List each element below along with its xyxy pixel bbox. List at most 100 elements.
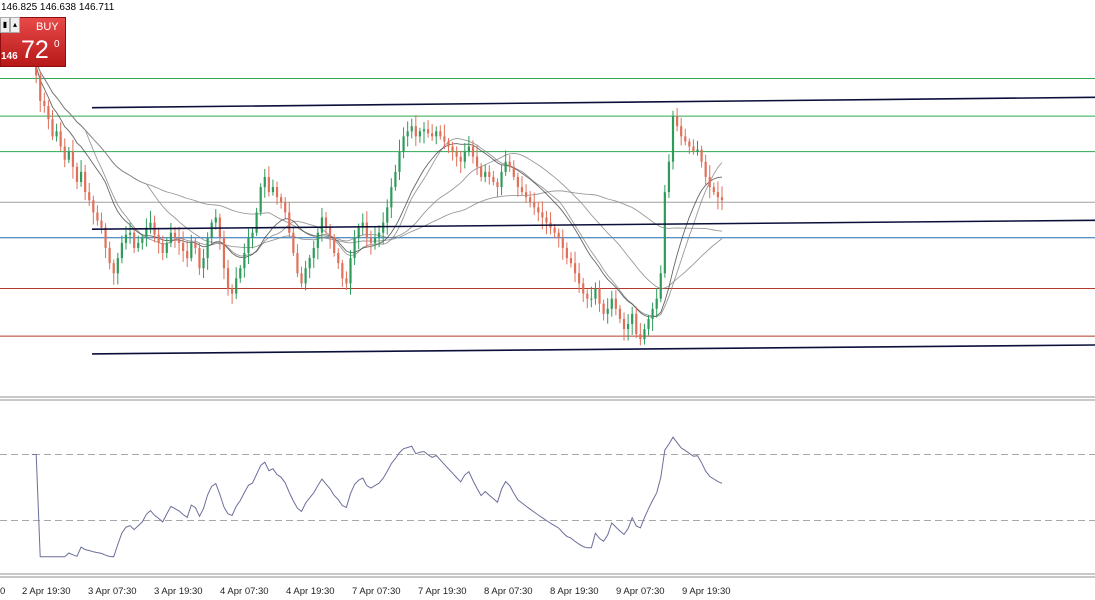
candle-body-49 xyxy=(226,268,230,289)
candle-body-135 xyxy=(578,273,581,284)
time-label-8: 8 Apr 07:30 xyxy=(484,586,533,597)
candle-body-6 xyxy=(51,119,54,137)
candle-body-33 xyxy=(161,242,164,253)
time-label-10: 9 Apr 07:30 xyxy=(616,586,665,597)
candle-body-120 xyxy=(516,176,519,188)
candle-body-77 xyxy=(341,263,344,279)
candle-body-35 xyxy=(169,232,172,243)
candle-body-38 xyxy=(182,242,185,251)
candle-body-114 xyxy=(492,176,495,182)
candle-body-76 xyxy=(337,253,340,264)
candle-body-41 xyxy=(194,242,197,248)
candle-body-108 xyxy=(467,146,470,152)
candle-body-112 xyxy=(484,171,487,177)
candle-body-121 xyxy=(520,187,524,193)
buy-price-small: 146 xyxy=(1,51,18,62)
candle-body-117 xyxy=(504,161,507,172)
time-label-2: 3 Apr 07:30 xyxy=(88,586,137,597)
candle-body-110 xyxy=(475,156,479,167)
moving-average-1 xyxy=(27,49,723,290)
candle-body-138 xyxy=(590,298,593,300)
ohlc-readout: 146.825 146.638 146.711 xyxy=(1,2,115,13)
candle-body-92 xyxy=(402,136,405,152)
candle-body-44 xyxy=(206,237,209,259)
candle-body-100 xyxy=(435,131,438,137)
buy-price-big: 72 xyxy=(21,36,49,64)
candle-body-158 xyxy=(671,116,675,162)
candle-body-137 xyxy=(586,293,589,299)
candle-body-22 xyxy=(116,258,119,274)
candle-body-3 xyxy=(39,75,42,101)
candle-body-148 xyxy=(631,313,634,324)
candle-body-63 xyxy=(284,202,287,213)
candle-body-55 xyxy=(251,232,254,238)
candle-body-64 xyxy=(288,212,291,233)
candle-body-56 xyxy=(255,212,258,233)
candle-body-94 xyxy=(410,126,413,132)
candle-body-150 xyxy=(639,334,642,340)
buy-label: BUY xyxy=(36,21,59,33)
candle-body-50 xyxy=(231,288,234,294)
candle-body-141 xyxy=(602,303,605,314)
candle-body-102 xyxy=(443,136,446,142)
candle-body-67 xyxy=(300,273,303,284)
candle-body-10 xyxy=(67,151,70,160)
candle-body-12 xyxy=(75,166,79,182)
candle-body-99 xyxy=(431,133,434,137)
candle-body-27 xyxy=(137,242,140,248)
candle-body-39 xyxy=(186,250,189,259)
chart-area[interactable]: 0 2 Apr 19:30 3 Apr 07:30 3 Apr 19:30 4 Apr … xyxy=(0,0,1095,600)
candle-body-104 xyxy=(451,146,454,152)
candle-body-57 xyxy=(259,187,262,213)
candle-body-96 xyxy=(418,131,422,137)
candle-body-139 xyxy=(594,288,597,299)
candle-body-93 xyxy=(406,131,409,137)
time-axis: 0 2 Apr 19:30 3 Apr 07:30 3 Apr 19:30 4 Apr … xyxy=(0,586,731,597)
candle-body-129 xyxy=(553,227,556,233)
one-click-trade-panel: BUY 146 72 0 ▮ ▴ xyxy=(0,17,66,67)
candle-body-58 xyxy=(263,176,266,188)
candle-body-59 xyxy=(267,176,270,193)
candle-body-145 xyxy=(618,308,622,319)
buy-price-sup: 0 xyxy=(54,39,60,50)
minus-box-icon[interactable]: ▮ xyxy=(0,17,10,33)
trend-line-0 xyxy=(91,96,1095,109)
candle-body-156 xyxy=(663,192,666,274)
candle-body-166 xyxy=(704,161,707,177)
moving-averages xyxy=(27,49,723,318)
candle-body-140 xyxy=(598,288,601,304)
candle-body-170 xyxy=(720,197,724,201)
candle-body-118 xyxy=(508,161,511,167)
up-arrow-icon[interactable]: ▴ xyxy=(10,17,20,33)
candle-body-23 xyxy=(120,242,123,259)
candle-body-160 xyxy=(680,126,683,137)
indicator-levels xyxy=(0,454,1095,521)
candle-body-54 xyxy=(247,237,250,253)
time-label-3: 3 Apr 19:30 xyxy=(154,586,203,597)
candle-body-86 xyxy=(377,232,381,238)
trend-lines xyxy=(91,96,1095,355)
candle-body-74 xyxy=(328,227,332,238)
candle-body-13 xyxy=(79,171,83,182)
candle-body-157 xyxy=(667,161,671,193)
candle-body-168 xyxy=(712,187,715,193)
moving-average-2 xyxy=(27,49,723,318)
candle-body-65 xyxy=(292,232,295,253)
candle-body-15 xyxy=(88,192,91,201)
candle-body-89 xyxy=(390,187,393,208)
candle-body-149 xyxy=(635,313,638,335)
candle-body-90 xyxy=(394,171,397,188)
candle-body-165 xyxy=(700,149,703,162)
candle-body-84 xyxy=(369,237,373,243)
candle-body-154 xyxy=(655,298,658,309)
candle-body-52 xyxy=(239,268,242,279)
candle-body-88 xyxy=(386,207,389,223)
candle-body-53 xyxy=(243,253,246,269)
trend-line-2 xyxy=(91,344,1095,355)
candle-body-162 xyxy=(688,141,691,147)
candle-body-48 xyxy=(222,237,226,269)
candle-body-16 xyxy=(92,200,95,213)
time-label-5: 4 Apr 19:30 xyxy=(286,586,335,597)
candle-body-107 xyxy=(463,151,466,162)
candle-body-81 xyxy=(357,227,360,238)
